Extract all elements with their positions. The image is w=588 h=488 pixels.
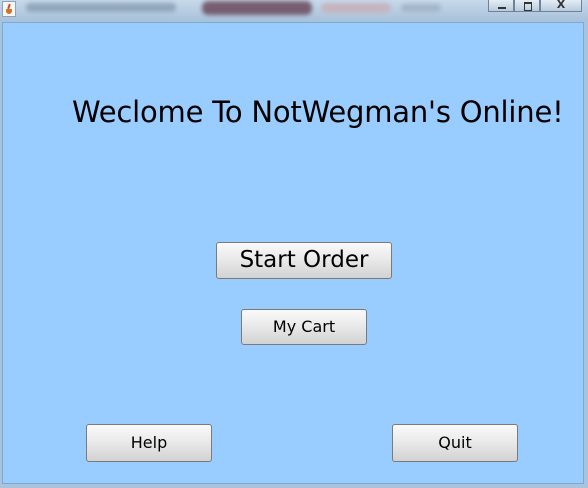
welcome-heading: Weclome To NotWegman's Online! [72, 95, 564, 129]
close-icon[interactable]: X [540, 0, 582, 12]
blurred-window-title [26, 1, 446, 15]
window-controls: X [488, 0, 582, 12]
quit-button[interactable]: Quit [392, 424, 518, 462]
help-button[interactable]: Help [86, 424, 212, 462]
title-bar[interactable]: X [0, 0, 588, 21]
app-window: X Weclome To NotWegman's Online! Start O… [0, 0, 588, 488]
start-order-button[interactable]: Start Order [216, 242, 392, 279]
minimize-icon[interactable] [488, 0, 514, 12]
java-coffee-icon[interactable] [2, 1, 16, 17]
main-panel: Weclome To NotWegman's Online! Start Ord… [2, 22, 584, 484]
my-cart-button[interactable]: My Cart [241, 309, 367, 345]
maximize-icon[interactable] [514, 0, 540, 12]
